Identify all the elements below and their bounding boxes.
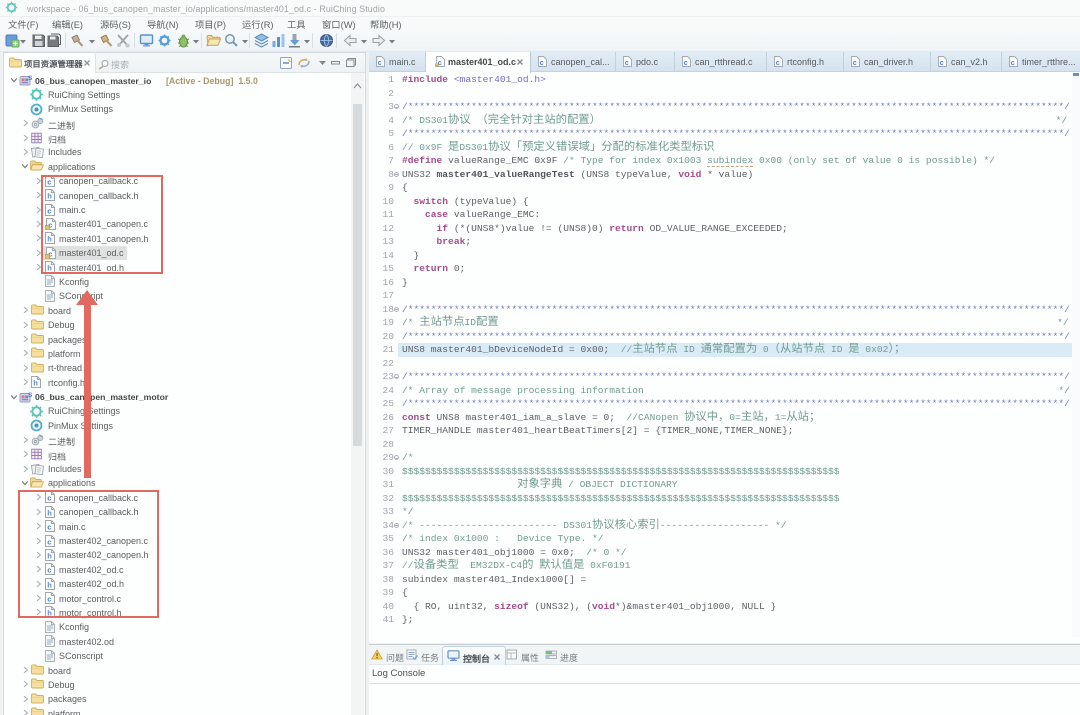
svg-text:S: S (28, 75, 33, 82)
svg-text:c: c (378, 60, 382, 67)
svg-text:c: c (625, 60, 629, 67)
svg-text:c: c (776, 60, 780, 67)
svg-text:c: c (853, 60, 857, 67)
svg-text:c: c (438, 60, 442, 67)
svg-text:S: S (28, 392, 33, 399)
svg-text:c: c (1011, 60, 1015, 67)
svg-text:c: c (540, 60, 544, 67)
svg-text:c: c (684, 60, 688, 67)
svg-text:c: c (940, 60, 944, 67)
svg-text:h: h (33, 379, 38, 388)
